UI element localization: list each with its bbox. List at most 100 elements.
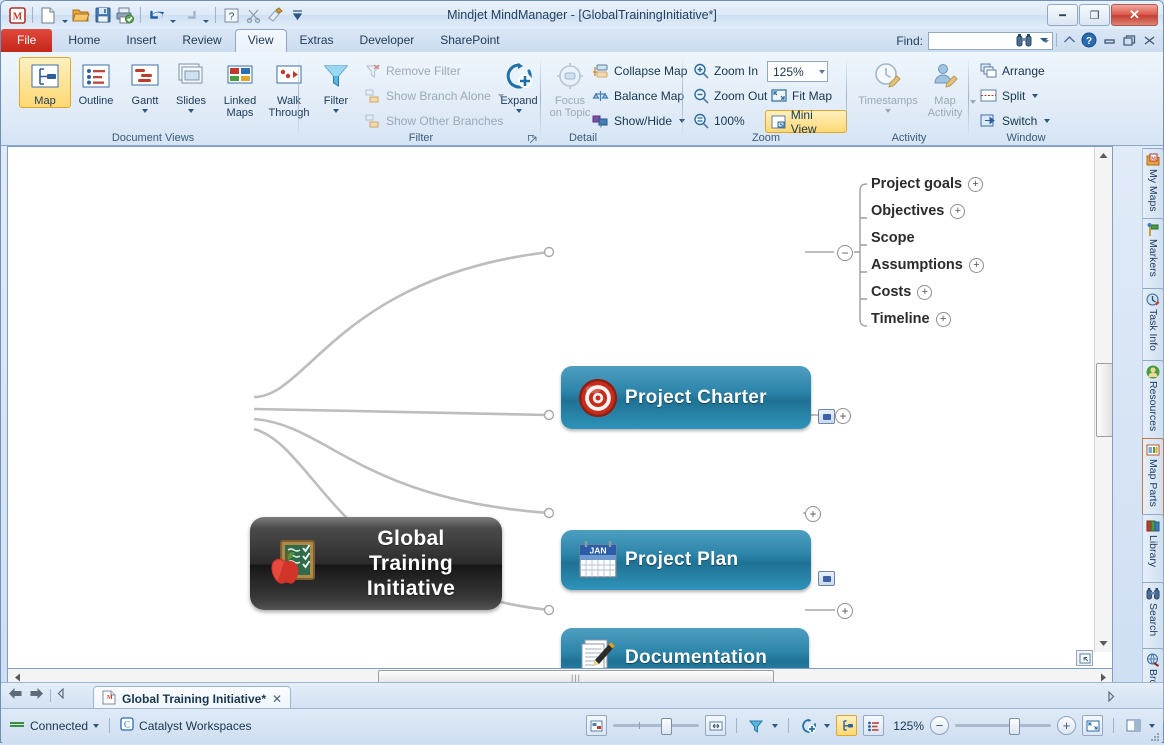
tab-view[interactable]: View <box>235 29 287 53</box>
task-pane-tab-library[interactable]: Library <box>1142 514 1164 585</box>
subtopic-objectives-expand[interactable]: + <box>950 204 965 219</box>
zoom-out-button[interactable]: − <box>930 716 949 735</box>
collapse-map-item[interactable]: Collapse Map <box>589 60 690 81</box>
task-pane-tab-task-info[interactable]: Task Info <box>1142 288 1164 363</box>
note-badge-project-charter[interactable] <box>818 409 835 424</box>
topic-project-plan[interactable]: JAN Project Plan <box>561 530 811 590</box>
note-badge-project-plan[interactable] <box>818 571 835 586</box>
tab-list-icon[interactable] <box>57 688 66 702</box>
tab-developer[interactable]: Developer <box>347 29 428 51</box>
task-pane-tab-map-parts[interactable]: Map Parts <box>1142 438 1164 517</box>
filter-button[interactable]: Filter <box>309 57 363 114</box>
vertical-scroll-thumb[interactable] <box>1096 363 1113 437</box>
task-pane-tab-resources[interactable]: Resources <box>1142 360 1164 441</box>
filter-status-dropdown-icon[interactable] <box>772 724 778 728</box>
subtopic-assumptions-expand[interactable]: + <box>969 258 984 273</box>
central-topic[interactable]: GlobalTrainingInitiative <box>250 517 502 610</box>
minimize-button[interactable]: ━ <box>1047 4 1078 26</box>
task-pane-tab-markers[interactable]: Markers <box>1142 218 1164 291</box>
map-canvas[interactable]: GlobalTrainingInitiative <box>8 147 1096 652</box>
task-pane-tab-search[interactable]: Search <box>1142 582 1164 651</box>
topic-documentation[interactable]: Documentation <box>561 628 809 669</box>
tab-insert[interactable]: Insert <box>113 29 169 51</box>
view-slides-button[interactable]: Slides <box>165 57 217 114</box>
connection-status[interactable]: Connected <box>9 719 99 733</box>
remove-filter-item[interactable]: Remove Filter <box>361 60 464 81</box>
close-button[interactable]: ✕ <box>1111 4 1158 26</box>
subtopic-scope[interactable]: Scope <box>871 230 915 246</box>
fit-map-status-button[interactable] <box>1082 715 1103 736</box>
topic-project-charter[interactable]: Project Charter <box>561 366 811 429</box>
zoom-100-item[interactable]: 100% <box>689 110 748 131</box>
view-map-button[interactable]: Map <box>19 57 71 108</box>
timestamps-button[interactable]: Timestamps <box>853 57 923 114</box>
detail-level-slider[interactable] <box>613 724 699 727</box>
filter-status-button[interactable] <box>747 716 766 735</box>
expand-button[interactable]: Expand <box>491 57 547 114</box>
split-view-dropdown-icon[interactable] <box>1149 724 1155 728</box>
tab-extras[interactable]: Extras <box>287 29 347 51</box>
balance-map-item[interactable]: Balance Map <box>589 85 687 106</box>
tab-home[interactable]: Home <box>55 29 113 51</box>
split-view-status-button[interactable] <box>1124 716 1143 735</box>
timestamps-dropdown-icon[interactable] <box>884 107 893 114</box>
subtopic-timeline-expand[interactable]: + <box>936 312 951 327</box>
zoom-out-item[interactable]: Zoom Out <box>689 85 770 106</box>
restore-button[interactable]: ❐ <box>1079 4 1110 26</box>
window-restore-icon[interactable] <box>1121 32 1137 48</box>
connection-dropdown-icon[interactable] <box>93 724 99 728</box>
scroll-down-button[interactable] <box>1096 636 1111 651</box>
view-outline-button[interactable]: Outline <box>67 57 125 107</box>
outline-view-status-button[interactable] <box>863 715 884 736</box>
zoom-slider[interactable] <box>955 724 1051 727</box>
nav-forward-icon[interactable] <box>29 687 44 703</box>
subtopic-timeline[interactable]: Timeline + <box>871 311 951 327</box>
subtopic-project-goals-expand[interactable]: + <box>968 177 983 192</box>
zoom-slider-knob[interactable] <box>1009 718 1020 735</box>
zoom-in-item[interactable]: Zoom In <box>689 60 761 81</box>
document-tab-global-training-initiative[interactable]: M Global Training Initiative* ✕ <box>93 686 291 710</box>
expand-project-plan-button[interactable]: + <box>835 408 851 424</box>
help-circle-icon[interactable]: ? <box>1081 32 1097 48</box>
fit-map-item[interactable]: Fit Map <box>767 85 835 106</box>
subtopic-objectives[interactable]: Objectives + <box>871 203 965 219</box>
subtopic-costs-expand[interactable]: + <box>917 285 932 300</box>
window-minimize-icon[interactable] <box>1101 32 1117 48</box>
map-activity-button[interactable]: MapActivity <box>915 57 975 119</box>
switch-dropdown-icon[interactable] <box>1044 119 1050 123</box>
switch-item[interactable]: Switch <box>977 110 1053 131</box>
arrange-item[interactable]: Arrange <box>977 60 1048 81</box>
fit-width-button[interactable] <box>705 715 726 736</box>
show-hide-item[interactable]: Show/Hide <box>589 110 688 131</box>
collapse-ribbon-icon[interactable] <box>1061 32 1077 48</box>
find-binoculars-icon[interactable] <box>1016 32 1032 48</box>
document-tab-overflow-icon[interactable] <box>1106 691 1115 705</box>
expand-team-button[interactable]: + <box>837 603 853 619</box>
subtopic-assumptions[interactable]: Assumptions + <box>871 257 984 273</box>
subtopic-costs[interactable]: Costs + <box>871 284 932 300</box>
mini-view-toggle-button[interactable] <box>1076 650 1093 666</box>
tab-file[interactable]: File <box>1 29 52 52</box>
subtopic-project-goals[interactable]: Project goals + <box>871 176 983 192</box>
nav-back-icon[interactable] <box>8 687 23 703</box>
zoom-in-button[interactable]: + <box>1057 716 1076 735</box>
resize-grip[interactable] <box>1148 730 1160 742</box>
find-dropdown-icon[interactable] <box>1036 32 1052 48</box>
map-overview-button[interactable] <box>586 715 607 736</box>
expand-status-dropdown-icon[interactable] <box>824 724 830 728</box>
scroll-up-button[interactable] <box>1096 148 1111 163</box>
map-vertical-scrollbar[interactable] <box>1094 147 1112 652</box>
zoom-level-dropdown-icon[interactable] <box>819 70 825 74</box>
expand-dropdown-icon[interactable] <box>515 107 524 114</box>
collapse-project-charter-button[interactable]: − <box>837 245 853 261</box>
document-tab-close-icon[interactable]: ✕ <box>272 692 282 706</box>
slides-dropdown-icon[interactable] <box>187 107 196 114</box>
catalyst-workspaces[interactable]: C Catalyst Workspaces <box>120 717 251 734</box>
window-close-icon[interactable] <box>1141 32 1157 48</box>
view-gantt-button[interactable]: Gantt <box>119 57 171 114</box>
filter-dropdown-icon[interactable] <box>332 107 341 114</box>
split-item[interactable]: Split <box>977 85 1041 106</box>
task-pane-tab-my-maps[interactable]: M My Maps <box>1142 148 1164 221</box>
expand-documentation-button[interactable]: + <box>805 506 821 522</box>
mini-view-button[interactable]: Mini View <box>765 110 847 133</box>
